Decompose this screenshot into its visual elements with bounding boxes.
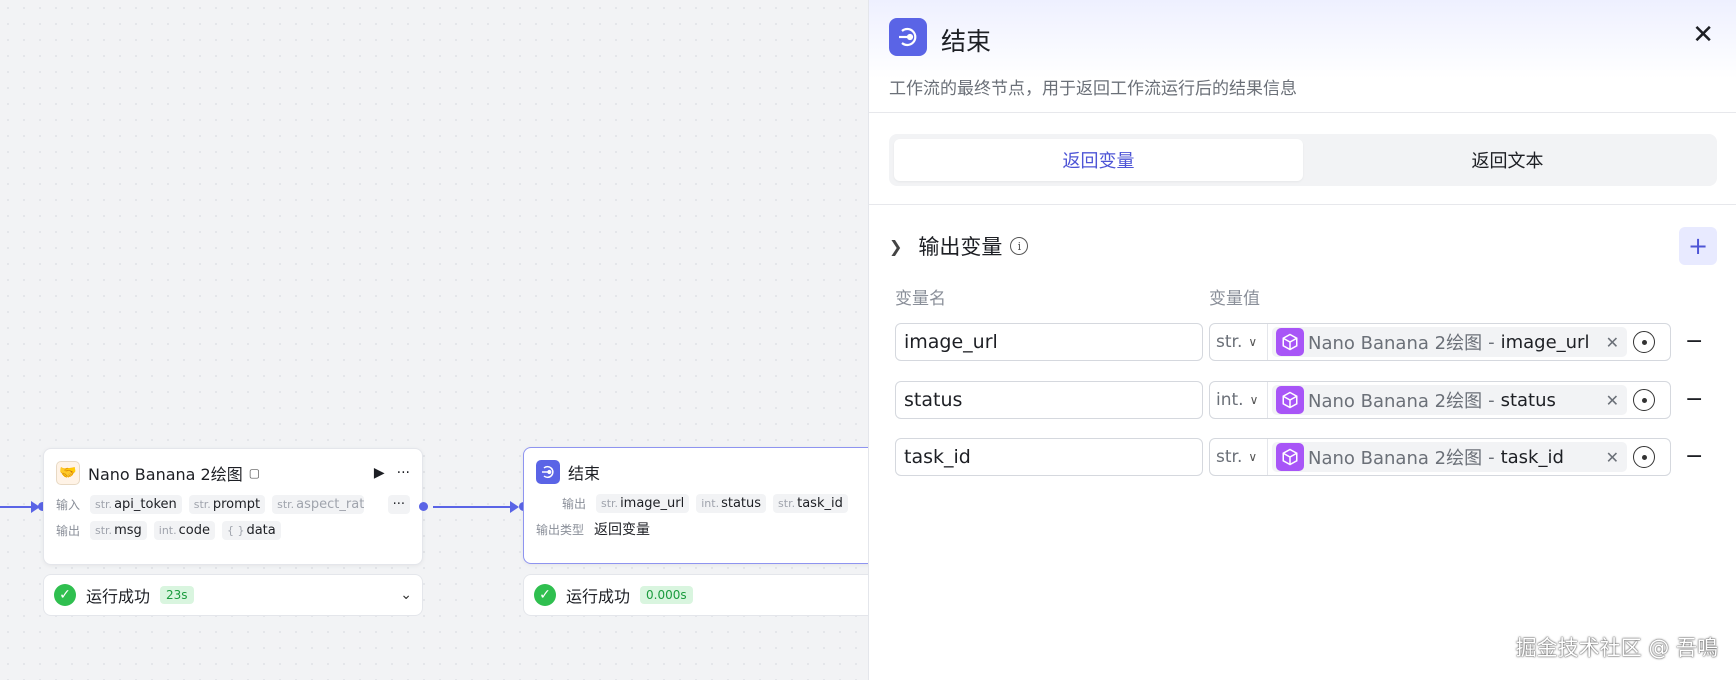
reference-chip[interactable]: Nano Banana 2绘图 - image_url ✕: [1272, 327, 1627, 357]
col-name-header: 变量名: [895, 289, 946, 309]
clear-reference-icon[interactable]: ✕: [1606, 448, 1619, 467]
type-select[interactable]: str. ∨: [1210, 324, 1268, 360]
cube-icon: [1276, 328, 1304, 356]
end-status-card[interactable]: ✓ 运行成功 0.000s: [523, 574, 883, 616]
handshake-icon: 🤝: [56, 461, 80, 485]
status-text: 运行成功: [86, 587, 151, 606]
watermark: 掘金技术社区 @ 吾鳴: [1515, 636, 1718, 660]
reference-chip[interactable]: Nano Banana 2绘图 - status ✕: [1272, 385, 1627, 415]
duration-badge: 23s: [160, 586, 194, 604]
input-tag: str.aspect_ratio: [272, 494, 365, 514]
output-tag: str. image_url: [596, 493, 690, 513]
output-tag: int. status: [696, 493, 767, 513]
variable-value-field: str. ∨ Nano Banana 2绘图 - task_id ✕: [1209, 438, 1671, 476]
node1-output-port[interactable]: [419, 502, 428, 511]
variable-value-field: int. ∨ Nano Banana 2绘图 - status ✕: [1209, 381, 1671, 419]
col-value-header: 变量值: [1209, 289, 1260, 309]
type-select[interactable]: str. ∨: [1210, 439, 1268, 475]
edge-node1-to-end: [433, 501, 519, 513]
output-variable-row: image_url str. ∨ Nano Banana 2绘图 - image_…: [895, 323, 1723, 363]
more-menu-button[interactable]: ···: [397, 465, 410, 481]
success-check-icon: ✓: [54, 584, 76, 606]
variable-value-field: str. ∨ Nano Banana 2绘图 - image_url ✕: [1209, 323, 1671, 361]
clear-reference-icon[interactable]: ✕: [1606, 391, 1619, 410]
output-type-label: 输出类型: [536, 522, 585, 537]
duration-badge: 0.000s: [640, 586, 693, 604]
chevron-down-icon: ∨: [1248, 335, 1258, 349]
clear-reference-icon[interactable]: ✕: [1606, 333, 1619, 352]
cube-icon: [1276, 443, 1304, 471]
output-variable-row: task_id str. ∨ Nano Banana 2绘图 - task_id …: [895, 438, 1723, 478]
reference-chip[interactable]: Nano Banana 2绘图 - task_id ✕: [1272, 442, 1627, 472]
remove-variable-button[interactable]: −: [1685, 329, 1703, 354]
node-title: 结束: [568, 464, 601, 483]
panel-description: 工作流的最终节点，用于返回工作流运行后的结果信息: [889, 79, 1297, 99]
more-inputs-button[interactable]: ···: [387, 494, 410, 514]
output-tag: { } data: [221, 520, 281, 540]
panel-header: 结束 ✕ 工作流的最终节点，用于返回工作流运行后的结果信息: [869, 0, 1736, 113]
remove-variable-button[interactable]: −: [1685, 387, 1703, 412]
run-node-button[interactable]: ▶: [374, 465, 385, 481]
tab-return-variables[interactable]: 返回变量: [894, 139, 1303, 181]
panel-title[interactable]: 结束: [941, 22, 991, 58]
type-select[interactable]: int. ∨: [1210, 382, 1268, 418]
node-config-panel: 结束 ✕ 工作流的最终节点，用于返回工作流运行后的结果信息 返回变量 返回文本 …: [868, 0, 1736, 680]
variable-name-input[interactable]: task_id: [895, 438, 1203, 476]
chevron-down-icon: ∨: [1248, 450, 1258, 464]
output-type-value: 返回变量: [594, 522, 650, 538]
chevron-down-icon[interactable]: ⌄: [400, 587, 412, 603]
input-tag: str. api_token: [90, 494, 182, 514]
variable-name-input[interactable]: image_url: [895, 323, 1203, 361]
node-nano-banana[interactable]: 🤝 Nano Banana 2绘图 ▢ ▶ ··· 输入 str. api_tok…: [43, 448, 423, 565]
output-tag: int. code: [153, 520, 215, 540]
chevron-down-icon: ∨: [1249, 393, 1259, 407]
node1-status-card[interactable]: ✓ 运行成功 23s ⌄: [43, 574, 423, 616]
tab-return-text[interactable]: 返回文本: [1303, 139, 1712, 181]
info-icon[interactable]: i: [1010, 237, 1029, 255]
variable-picker-icon[interactable]: [1633, 331, 1655, 353]
chevron-down-icon[interactable]: ❯: [889, 237, 902, 256]
close-icon[interactable]: ✕: [1692, 22, 1714, 48]
output-label: 输出: [562, 496, 587, 511]
success-check-icon: ✓: [534, 584, 556, 606]
node-end[interactable]: 结束 输出 str. image_url int. status str. task_…: [523, 447, 883, 564]
end-node-icon: [889, 18, 927, 56]
variable-picker-icon[interactable]: [1633, 446, 1655, 468]
edge-incoming: [0, 501, 40, 513]
return-mode-tabs: 返回变量 返回文本: [889, 134, 1717, 186]
end-node-icon: [536, 460, 560, 484]
status-text: 运行成功: [566, 587, 631, 606]
add-variable-button[interactable]: +: [1679, 227, 1717, 265]
section-title: 输出变量: [918, 235, 1003, 259]
output-tag: str. task_id: [773, 493, 848, 513]
output-tag: str. msg: [90, 520, 147, 540]
divider: [869, 204, 1736, 205]
output-variable-row: status int. ∨ Nano Banana 2绘图 - status ✕ …: [895, 381, 1723, 421]
node-title: Nano Banana 2绘图: [88, 465, 243, 484]
input-tag: str. prompt: [188, 494, 266, 514]
variable-picker-icon[interactable]: [1633, 389, 1655, 411]
plugin-badge-icon: ▢: [248, 466, 261, 480]
output-label: 输出: [56, 523, 81, 538]
remove-variable-button[interactable]: −: [1685, 444, 1703, 469]
output-vars-section-header: ❯ 输出变量 i +: [889, 226, 1717, 266]
variable-name-input[interactable]: status: [895, 381, 1203, 419]
workflow-canvas[interactable]: 🤝 Nano Banana 2绘图 ▢ ▶ ··· 输入 str. api_tok…: [0, 0, 883, 680]
input-label: 输入: [56, 497, 81, 512]
cube-icon: [1276, 386, 1304, 414]
